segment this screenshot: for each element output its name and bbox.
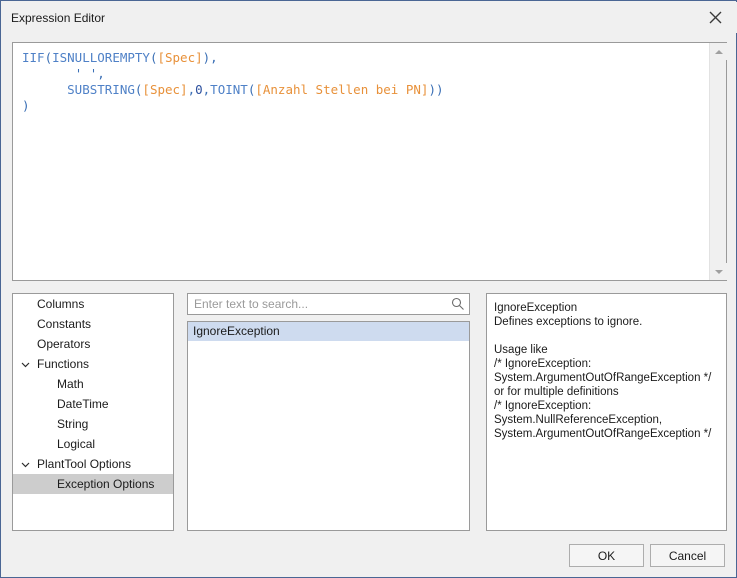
tree-item-label: Constants xyxy=(37,317,92,331)
window-title: Expression Editor xyxy=(11,11,106,25)
tree-item-label: Operators xyxy=(37,337,91,351)
title-bar: Expression Editor xyxy=(2,2,737,33)
code-token: )) xyxy=(428,82,444,97)
tree-item-label: Logical xyxy=(57,437,96,451)
ok-button[interactable]: OK xyxy=(569,544,644,567)
editor-scroll-track[interactable] xyxy=(710,60,726,263)
chevron-down-icon[interactable] xyxy=(19,454,32,474)
tree-item-exception-options[interactable]: Exception Options xyxy=(13,474,173,494)
description-panel: IgnoreException Defines exceptions to ig… xyxy=(486,293,727,531)
editor-vertical-scrollbar[interactable] xyxy=(709,43,727,280)
description-text: IgnoreException Defines exceptions to ig… xyxy=(494,302,712,440)
tree-item-logical[interactable]: Logical xyxy=(13,434,173,454)
tree-item-label: Math xyxy=(57,377,84,391)
tree-item-label: Exception Options xyxy=(13,474,173,494)
code-token: SUBSTRING xyxy=(67,82,135,97)
code-token: IIF xyxy=(22,50,45,65)
code-line: SUBSTRING([Spec],0,TOINT([Anzahl Stellen… xyxy=(22,82,709,98)
scroll-down-arrow-icon[interactable] xyxy=(710,263,727,280)
code-line: ' ', xyxy=(22,66,709,82)
code-line: IIF(ISNULLOREMPTY([Spec]), xyxy=(22,50,709,66)
close-icon[interactable] xyxy=(693,2,737,33)
tree-item-operators[interactable]: Operators xyxy=(13,334,173,354)
code-token: ) xyxy=(22,98,30,113)
tree-item-columns[interactable]: Columns xyxy=(13,294,173,314)
code-token: 0 xyxy=(195,82,203,97)
chevron-down-icon[interactable] xyxy=(19,354,32,374)
tree-item-constants[interactable]: Constants xyxy=(13,314,173,334)
code-token: [Spec] xyxy=(157,50,203,65)
code-token: [Spec] xyxy=(142,82,188,97)
tree-item-planttool-options[interactable]: PlantTool Options xyxy=(13,454,173,474)
expression-code-area[interactable]: IIF(ISNULLOREMPTY([Spec]), ' ', SUBSTRIN… xyxy=(13,43,709,280)
code-token: TOINT xyxy=(210,82,248,97)
list-item-label: IgnoreException xyxy=(193,324,280,338)
results-list-panel[interactable]: IgnoreException xyxy=(187,321,470,531)
tree-item-label: DateTime xyxy=(57,397,109,411)
expression-editor-dialog: Expression Editor IIF(ISNULLOREMPTY([Spe… xyxy=(0,0,737,578)
code-token: , xyxy=(187,82,196,97)
code-line: ) xyxy=(22,98,709,114)
tree-item-math[interactable]: Math xyxy=(13,374,173,394)
category-tree-panel[interactable]: Columns Constants Operators Functions Math Da… xyxy=(12,293,174,531)
cancel-button[interactable]: Cancel xyxy=(650,544,725,567)
search-input[interactable] xyxy=(188,294,446,314)
list-item[interactable]: IgnoreException xyxy=(188,322,469,341)
expression-editor-panel: IIF(ISNULLOREMPTY([Spec]), ' ', SUBSTRIN… xyxy=(12,42,727,281)
tree-item-label: String xyxy=(57,417,89,431)
search-icon[interactable] xyxy=(450,296,466,312)
code-token: ( xyxy=(44,50,53,65)
code-token: [Anzahl Stellen bei PN] xyxy=(255,82,429,97)
search-box[interactable] xyxy=(187,293,470,315)
tree-item-functions[interactable]: Functions xyxy=(13,354,173,374)
tree-item-label: Columns xyxy=(37,297,85,311)
tree-item-datetime[interactable]: DateTime xyxy=(13,394,173,414)
code-token: , xyxy=(97,66,105,81)
scroll-up-arrow-icon[interactable] xyxy=(710,43,727,60)
code-token: , xyxy=(210,50,218,65)
code-token: ISNULLOREMPTY xyxy=(52,50,150,65)
tree-item-string[interactable]: String xyxy=(13,414,173,434)
